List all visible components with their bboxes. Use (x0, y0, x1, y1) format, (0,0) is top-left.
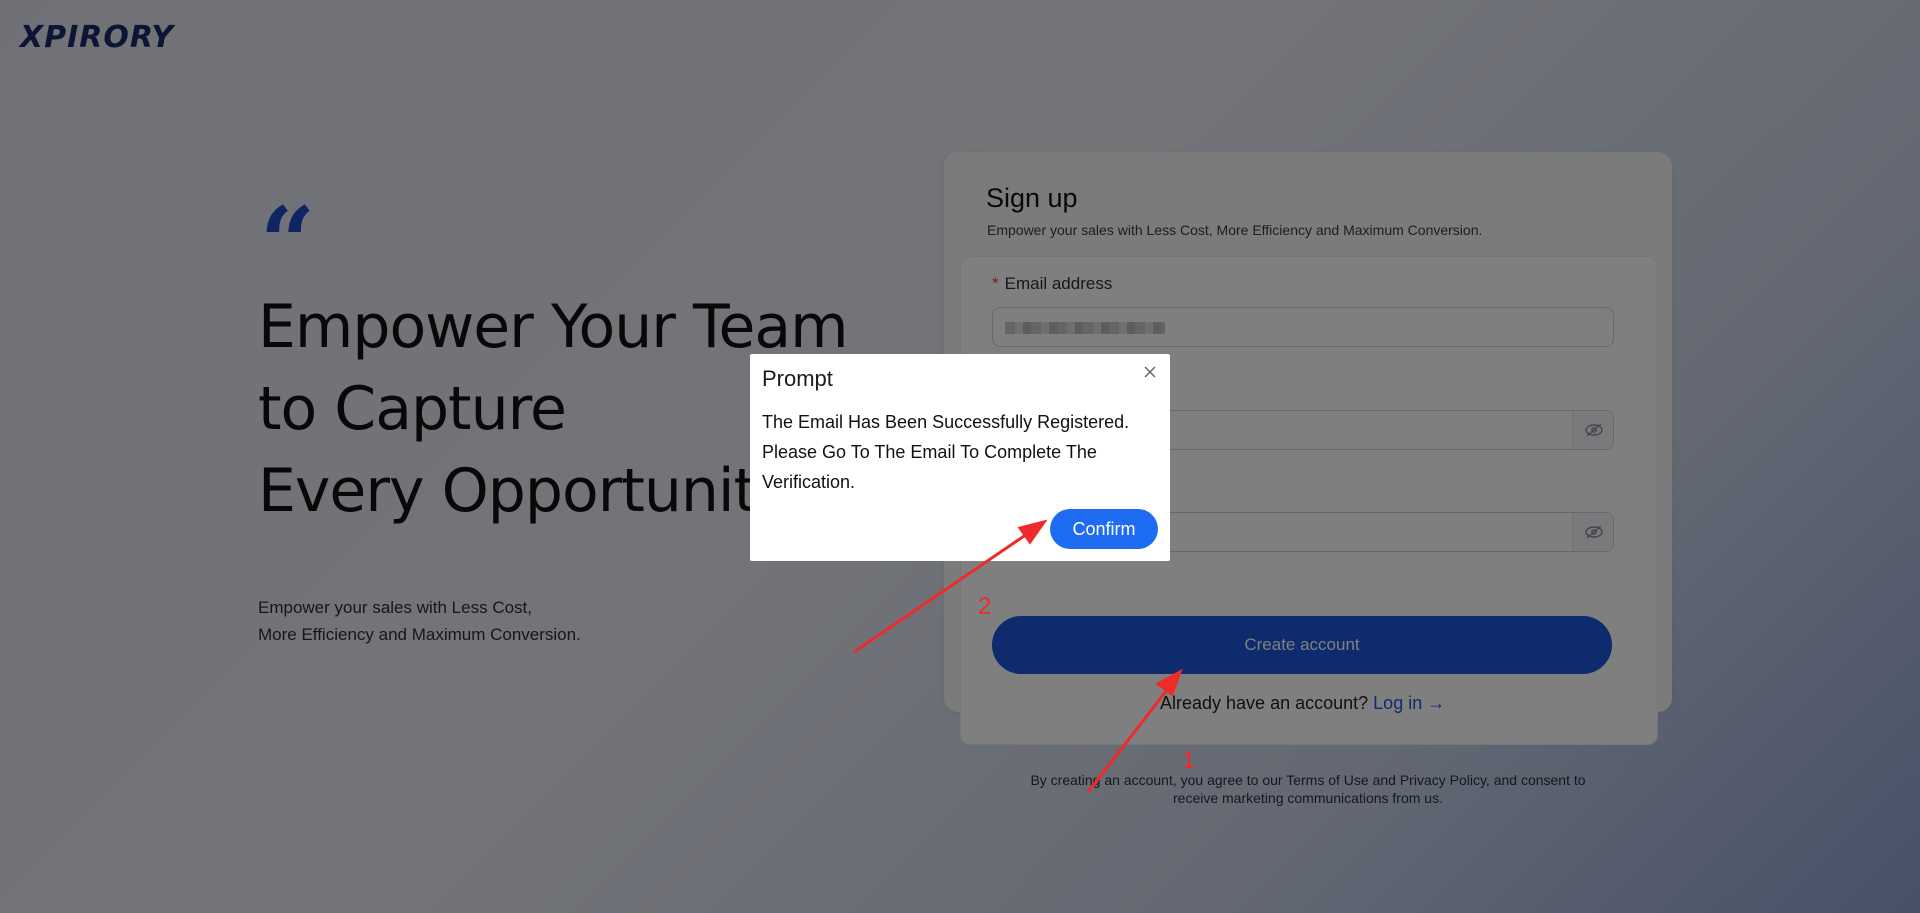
dialog-message-line: The Email Has Been Successfully Register… (762, 412, 1130, 432)
dialog-message: The Email Has Been Successfully Register… (762, 407, 1158, 497)
dialog-message-line: Verification. (762, 472, 856, 492)
close-icon[interactable] (1142, 364, 1158, 380)
dialog-message-line: Please Go To The Email To Complete The (762, 442, 1097, 462)
prompt-dialog: Prompt The Email Has Been Successfully R… (750, 354, 1170, 561)
confirm-button[interactable]: Confirm (1050, 509, 1158, 549)
dialog-title: Prompt (762, 366, 833, 391)
